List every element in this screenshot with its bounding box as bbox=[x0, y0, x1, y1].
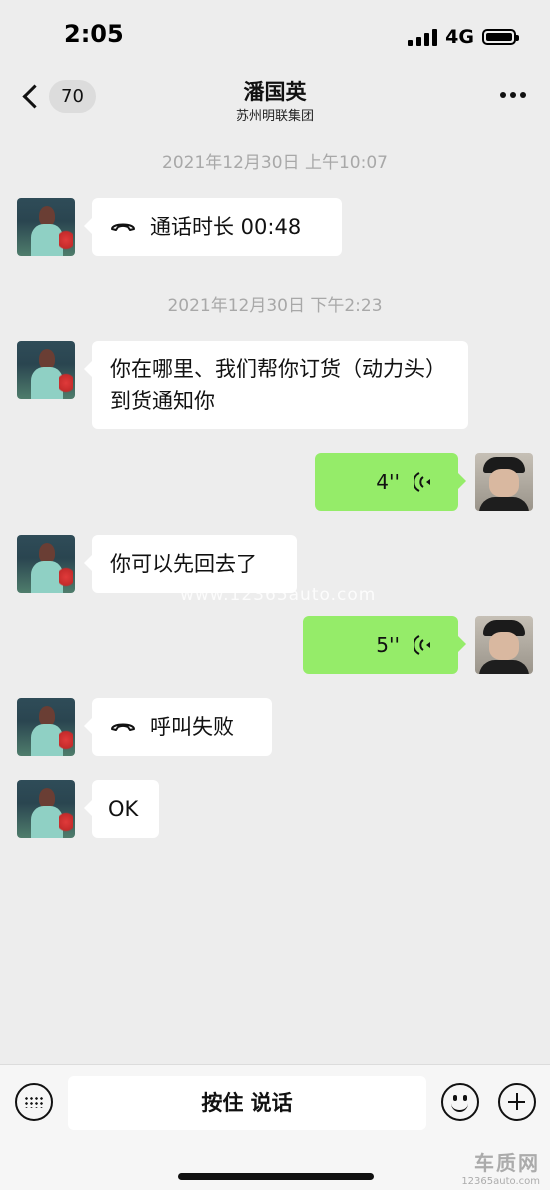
more-dot-icon bbox=[520, 92, 526, 98]
call-status-text: 呼叫失败 bbox=[150, 715, 234, 739]
phone-hangup-icon bbox=[111, 223, 135, 231]
contact-company: 苏州明联集团 bbox=[235, 109, 314, 124]
battery-icon bbox=[482, 29, 519, 45]
message-text: OK bbox=[108, 797, 139, 821]
more-dot-icon bbox=[510, 92, 516, 98]
chat-header: 70 潘国英 苏州明联集团 bbox=[0, 70, 550, 130]
contact-avatar[interactable] bbox=[17, 198, 75, 256]
voice-message-bubble[interactable]: 5'' bbox=[303, 616, 466, 674]
hold-to-talk-button[interactable]: 按住 说话 bbox=[68, 1076, 426, 1130]
watermark-text: www.12365auto.com bbox=[180, 585, 377, 605]
status-time: 2:05 bbox=[64, 20, 124, 48]
message-text: 你可以先回去了 bbox=[110, 552, 257, 576]
logo-en: 12365auto.com bbox=[461, 1176, 540, 1187]
keyboard-toggle-button[interactable] bbox=[15, 1083, 53, 1121]
logo-cn: 车质网 bbox=[474, 1151, 540, 1175]
contact-avatar[interactable] bbox=[17, 341, 75, 399]
voice-wave-icon bbox=[414, 635, 430, 655]
call-record-bubble[interactable]: 通话时长 00:48 bbox=[84, 198, 342, 256]
call-duration-text: 通话时长 00:48 bbox=[150, 215, 302, 239]
contact-avatar[interactable] bbox=[17, 698, 75, 756]
status-bar: 2:05 4G bbox=[0, 0, 550, 70]
more-dot-icon bbox=[500, 92, 506, 98]
text-message-bubble[interactable]: OK bbox=[84, 780, 159, 838]
more-button[interactable] bbox=[500, 92, 526, 98]
contact-avatar[interactable] bbox=[17, 535, 75, 593]
voice-wave-icon bbox=[414, 472, 430, 492]
message-timestamp: 2021年12月30日 上午10:07 bbox=[162, 153, 388, 173]
voice-duration: 5'' bbox=[376, 633, 400, 657]
status-indicators: 4G bbox=[408, 26, 519, 48]
call-record-bubble[interactable]: 呼叫失败 bbox=[84, 698, 272, 756]
contact-name: 潘国英 bbox=[243, 80, 307, 104]
add-button[interactable] bbox=[498, 1083, 536, 1121]
contact-avatar[interactable] bbox=[17, 780, 75, 838]
my-avatar[interactable] bbox=[475, 616, 533, 674]
input-bar: 按住 说话 车质网 12365auto.com bbox=[0, 1064, 550, 1190]
keyboard-icon bbox=[24, 1096, 43, 1108]
emoji-button[interactable] bbox=[441, 1083, 479, 1121]
message-timestamp: 2021年12月30日 下午2:23 bbox=[167, 296, 383, 316]
text-message-bubble[interactable]: 你在哪里、我们帮你订货（动力头）到货通知你 bbox=[84, 341, 468, 429]
phone-hangup-icon bbox=[111, 723, 135, 731]
home-indicator[interactable] bbox=[178, 1173, 374, 1180]
network-label: 4G bbox=[445, 26, 474, 48]
site-logo: 车质网 12365auto.com bbox=[461, 1147, 540, 1187]
chat-screen: 2:05 4G 70 潘国英 苏州明联集团 2021年12月30日 上午10:0… bbox=[0, 0, 550, 1190]
voice-duration: 4'' bbox=[376, 470, 400, 494]
voice-message-bubble[interactable]: 4'' bbox=[315, 453, 466, 511]
my-avatar[interactable] bbox=[475, 453, 533, 511]
message-text: 你在哪里、我们帮你订货（动力头）到货通知你 bbox=[110, 357, 446, 413]
signal-icon bbox=[408, 28, 438, 46]
